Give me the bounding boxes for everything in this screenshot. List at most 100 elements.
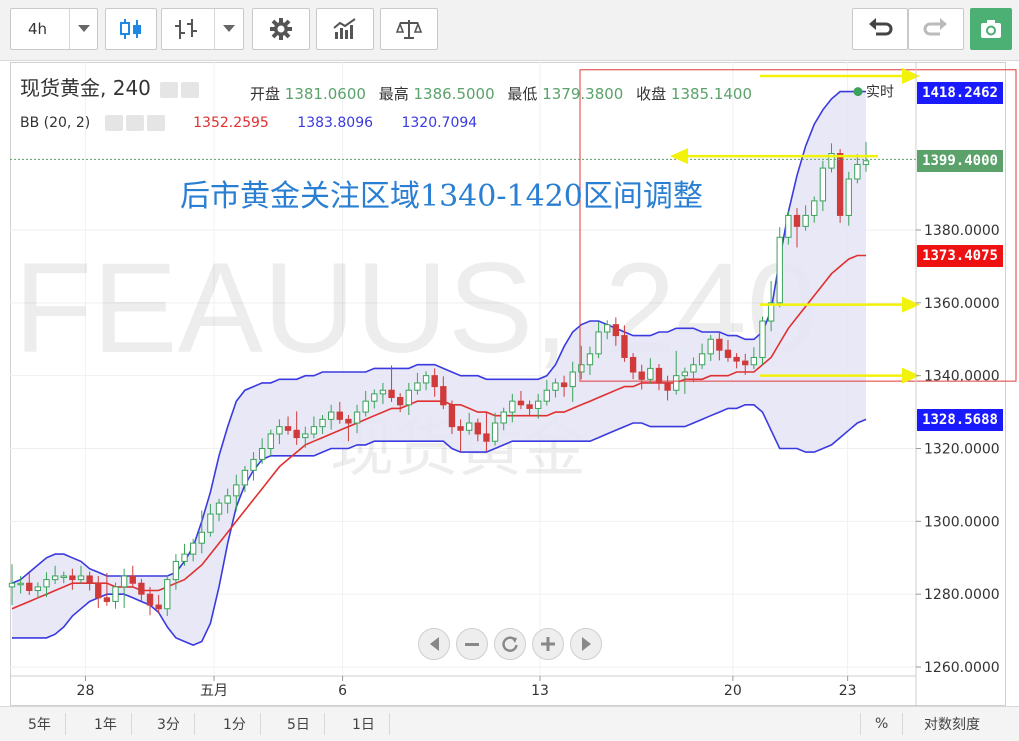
- x-tick-label: 28: [77, 683, 95, 699]
- candle-body: [69, 575, 76, 581]
- candle-body: [189, 542, 197, 555]
- zoom-in-button[interactable]: [532, 628, 564, 660]
- range-1d[interactable]: 1日: [338, 713, 390, 735]
- eye-icon[interactable]: [104, 115, 123, 131]
- zoom-out-button[interactable]: [456, 628, 488, 660]
- price-tag-bb-mid: 1373.4075: [917, 245, 1003, 267]
- candle-body: [457, 426, 464, 431]
- candle-body: [241, 469, 249, 486]
- scroll-left-button[interactable]: [418, 628, 450, 660]
- price-tag-last: 1399.4000: [917, 150, 1003, 172]
- candle-body: [491, 422, 499, 442]
- log-scale-toggle[interactable]: 对数刻度: [910, 713, 994, 735]
- candle-body: [267, 433, 274, 449]
- candle-body: [26, 582, 33, 592]
- candle-body: [60, 575, 67, 578]
- gear-icon[interactable]: [181, 81, 200, 98]
- candle-body: [120, 575, 128, 588]
- x-tick-label: 13: [531, 683, 549, 699]
- range-5y[interactable]: 5年: [14, 713, 66, 735]
- close-value: 1385.1400: [670, 85, 753, 103]
- candle-body: [250, 458, 257, 471]
- candle-body: [793, 214, 801, 227]
- candle-body: [276, 426, 283, 435]
- candle-body: [698, 353, 706, 366]
- candle-body: [517, 400, 525, 406]
- range-1m[interactable]: 1分: [209, 713, 261, 735]
- bb-lower-value: 1320.7094: [401, 115, 478, 131]
- candle-body: [155, 604, 162, 610]
- candle-body: [707, 338, 714, 355]
- candle-body: [664, 382, 671, 391]
- y-tick-label: 1380.0000: [924, 223, 1000, 239]
- candle-body: [819, 167, 827, 202]
- candle-body: [604, 324, 611, 333]
- open-value: 1381.0600: [284, 85, 366, 103]
- realtime-label: 实时: [866, 84, 894, 100]
- candle-body: [198, 531, 205, 544]
- candle-body: [362, 400, 369, 413]
- candle-body: [224, 495, 231, 504]
- candle-body: [629, 356, 637, 373]
- candle-body: [112, 586, 119, 602]
- candle-body: [509, 400, 516, 413]
- candle-body: [103, 597, 111, 602]
- eye-icon[interactable]: [160, 81, 179, 98]
- candle-body: [138, 582, 145, 595]
- candle-body: [164, 579, 171, 610]
- percent-toggle[interactable]: %: [860, 713, 904, 735]
- candle-body: [336, 411, 343, 420]
- candle-body: [233, 484, 240, 497]
- candle-body: [405, 389, 412, 406]
- candle-body: [569, 371, 576, 388]
- range-5d[interactable]: 5日: [273, 713, 325, 735]
- candle-body: [34, 586, 42, 592]
- close-icon[interactable]: [146, 115, 165, 131]
- candle-body: [483, 433, 490, 442]
- candle-body: [258, 448, 266, 460]
- candle-body: [681, 371, 689, 377]
- candle-body: [146, 593, 154, 606]
- candle-body: [284, 426, 292, 431]
- candle-body: [181, 553, 188, 562]
- reset-icon: [502, 636, 518, 652]
- candle-body: [414, 382, 421, 391]
- candle-body: [440, 386, 447, 406]
- candle-body: [353, 411, 361, 424]
- price-tag-bb-upper: 1418.2462: [917, 82, 1003, 104]
- candle-body: [673, 375, 680, 391]
- time-axis: 28 五月 6 13 20 23: [10, 675, 916, 699]
- close-label: 收盘: [636, 85, 667, 103]
- x-tick-label: 6: [338, 683, 347, 699]
- candle-body: [77, 575, 85, 581]
- range-bar: 5年 1年 3分 1分 5日 1日 % 对数刻度: [0, 706, 1019, 741]
- candle-body: [8, 582, 16, 588]
- candle-body: [371, 393, 378, 402]
- candle-body: [302, 433, 309, 439]
- price-chart[interactable]: FEAUUS, 240 现货黄金 实时 1260.00001280.000013…: [0, 0, 1019, 706]
- y-tick-label: 1300.0000: [924, 514, 1000, 530]
- minus-icon: [465, 642, 479, 646]
- candle-body: [379, 389, 387, 395]
- open-label: 开盘: [250, 85, 281, 103]
- candle-body: [310, 426, 318, 435]
- range-3m[interactable]: 3分: [143, 713, 195, 735]
- low-label: 最低: [507, 85, 538, 103]
- chevron-right-icon: [581, 637, 591, 651]
- candle-body: [742, 360, 749, 366]
- candle-body: [448, 404, 456, 428]
- y-tick-label: 1320.0000: [924, 442, 1000, 458]
- x-tick-label: 20: [724, 683, 742, 699]
- high-value: 1386.5000: [413, 85, 495, 103]
- candle-body: [750, 356, 758, 366]
- candle-body: [836, 153, 844, 216]
- scroll-right-button[interactable]: [570, 628, 602, 660]
- y-tick-label: 1340.0000: [924, 369, 1000, 385]
- range-1y[interactable]: 1年: [80, 713, 132, 735]
- bb-upper-value: 1383.8096: [297, 115, 374, 131]
- reset-button[interactable]: [494, 628, 526, 660]
- candle-body: [552, 382, 559, 391]
- gear-icon[interactable]: [125, 115, 144, 131]
- price-tag-bb-lower: 1328.5688: [917, 409, 1003, 431]
- candle-body: [526, 404, 533, 409]
